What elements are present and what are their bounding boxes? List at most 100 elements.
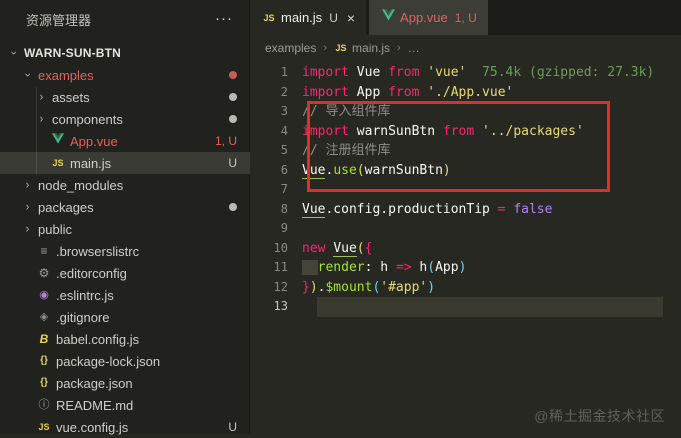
chevron-right-icon: › bbox=[323, 42, 328, 54]
git-status-badge: U bbox=[228, 420, 237, 434]
explorer-header: 资源管理器 ··· bbox=[0, 0, 249, 38]
tree-item-readme-md[interactable]: ›ⓘREADME.md bbox=[0, 394, 250, 416]
git-status-dot bbox=[229, 93, 237, 101]
more-actions-icon[interactable]: ··· bbox=[215, 11, 233, 26]
code-text: import warnSunBtn from '../packages' bbox=[302, 123, 584, 139]
code-line-5[interactable]: 5 // 注册组件库 bbox=[250, 141, 681, 161]
tab-label: main.js bbox=[281, 10, 323, 25]
tab-git-badge: U bbox=[329, 10, 338, 25]
chevron-down-icon: › bbox=[21, 73, 34, 77]
tree-item-app-vue[interactable]: ›App.vue1, U bbox=[0, 130, 250, 152]
line-number: 9 bbox=[280, 221, 288, 235]
tree-item-label: components bbox=[52, 111, 123, 127]
line-number: 1 bbox=[280, 65, 288, 79]
tree-item--eslintrc-js[interactable]: ›◉.eslintrc.js bbox=[0, 284, 250, 306]
js-icon: JS bbox=[52, 158, 64, 168]
code-text: // 注册组件库 bbox=[302, 143, 391, 158]
code-line-3[interactable]: 3 // 导入组件库 bbox=[250, 102, 681, 122]
gear-icon: ⚙ bbox=[38, 266, 50, 280]
babel-icon: B bbox=[39, 332, 49, 346]
chevron-right-icon: › bbox=[397, 42, 401, 54]
breadcrumb: examples › JS main.js › … bbox=[250, 35, 681, 61]
line-number: 3 bbox=[280, 104, 288, 118]
line-number: 13 bbox=[273, 299, 288, 313]
tab-main-js[interactable]: JS main.js U × bbox=[250, 0, 367, 35]
tree-item-components[interactable]: › components bbox=[0, 108, 250, 130]
tree-item-public[interactable]: › public bbox=[0, 218, 250, 240]
explorer-title: 资源管理器 bbox=[26, 12, 92, 28]
tree-indent-guide bbox=[36, 87, 37, 175]
tree-item-babel-config-js[interactable]: ›Bbabel.config.js bbox=[0, 328, 250, 350]
tree-item-label: public bbox=[38, 221, 72, 237]
tree-item-label: .gitignore bbox=[56, 309, 110, 325]
code-line-8[interactable]: 8 Vue.config.productionTip = false bbox=[250, 200, 681, 220]
code-text: Vue.use(warnSunBtn) bbox=[302, 162, 451, 179]
breadcrumb-symbol[interactable]: … bbox=[408, 41, 420, 55]
breadcrumb-file[interactable]: main.js bbox=[352, 41, 390, 55]
code-line-11[interactable]: 11 render: h => h(App) bbox=[250, 258, 681, 278]
tree-item-examples[interactable]: › examples bbox=[0, 64, 250, 86]
chevron-right-icon: › bbox=[25, 222, 30, 236]
tree-item-label: babel.config.js bbox=[56, 331, 140, 347]
file-tree: › WARN-SUN-BTN › examples › assets › components… bbox=[0, 42, 250, 438]
tree-item-packages[interactable]: › packages bbox=[0, 196, 250, 218]
tab-app-vue[interactable]: App.vue 1, U bbox=[369, 0, 488, 35]
tree-item-warn-sun-btn[interactable]: › WARN-SUN-BTN bbox=[0, 42, 250, 64]
git-status-dot bbox=[229, 115, 237, 123]
line-number: 7 bbox=[280, 182, 288, 196]
code-line-1[interactable]: 1 import Vue from 'vue' 75.4k (gzipped: 2… bbox=[250, 63, 681, 83]
editor-pane: JS main.js U × App.vue 1, U examples › J… bbox=[250, 0, 681, 434]
tree-item--browserslistrc[interactable]: ›≡.browserslistrc bbox=[0, 240, 250, 262]
diamond-icon: ◈ bbox=[39, 311, 49, 323]
vue-icon bbox=[380, 7, 396, 29]
braces-icon: {} bbox=[40, 377, 48, 388]
line-number: 12 bbox=[273, 279, 288, 294]
tree-item-label: examples bbox=[38, 67, 94, 83]
explorer-sidebar: 资源管理器 ··· › WARN-SUN-BTN › examples › assets ›… bbox=[0, 0, 250, 435]
code-text: Vue.config.productionTip = false bbox=[302, 201, 553, 218]
code-line-10[interactable]: 10 new Vue({ bbox=[250, 239, 681, 259]
code-line-2[interactable]: 2 import App from './App.vue' bbox=[250, 83, 681, 103]
tree-item-package-json[interactable]: ›{}package.json bbox=[0, 372, 250, 394]
line-number: 6 bbox=[280, 162, 288, 177]
line-number: 10 bbox=[273, 240, 288, 255]
line-number: 8 bbox=[280, 201, 288, 216]
js-icon: JS bbox=[335, 43, 347, 53]
info-icon: ⓘ bbox=[38, 399, 50, 411]
line-number: 11 bbox=[273, 260, 288, 274]
close-icon[interactable]: × bbox=[347, 11, 355, 25]
tree-item-label: vue.config.js bbox=[56, 419, 129, 435]
code-line-13[interactable]: 13 bbox=[250, 297, 681, 317]
tree-item-label: package-lock.json bbox=[56, 353, 161, 369]
code-text: new Vue({ bbox=[302, 240, 373, 257]
chevron-right-icon: › bbox=[25, 178, 30, 192]
code-line-12[interactable]: 12}).$mount('#app') bbox=[250, 278, 681, 298]
tree-item-label: .browserslistrc bbox=[56, 243, 140, 259]
tree-item-label: App.vue bbox=[70, 133, 118, 149]
tree-item-assets[interactable]: › assets bbox=[0, 86, 250, 108]
tree-item--editorconfig[interactable]: ›⚙.editorconfig bbox=[0, 262, 250, 284]
tree-item-label: main.js bbox=[70, 155, 112, 171]
tab-problem-badge: 1, U bbox=[454, 10, 477, 25]
tree-item--gitignore[interactable]: ›◈.gitignore bbox=[0, 306, 250, 328]
tree-item-main-js[interactable]: ›JSmain.jsU bbox=[0, 152, 250, 174]
tree-item-label: .editorconfig bbox=[56, 265, 127, 281]
code-area[interactable]: 1 import Vue from 'vue' 75.4k (gzipped: 2… bbox=[250, 63, 681, 317]
breadcrumb-folder[interactable]: examples bbox=[265, 41, 316, 55]
code-line-4[interactable]: 4 import warnSunBtn from '../packages' bbox=[250, 122, 681, 142]
git-status-dot bbox=[229, 203, 237, 211]
code-line-6[interactable]: 6 Vue.use(warnSunBtn) bbox=[250, 161, 681, 181]
list-icon: ≡ bbox=[40, 244, 48, 258]
tree-item-package-lock-json[interactable]: ›{}package-lock.json bbox=[0, 350, 250, 372]
tree-item-label: node_modules bbox=[38, 177, 124, 193]
code-text: import Vue from 'vue' 75.4k (gzipped: 27… bbox=[302, 65, 655, 80]
tree-item-label: assets bbox=[52, 89, 90, 105]
tree-item-node-modules[interactable]: › node_modules bbox=[0, 174, 250, 196]
watermark: @稀土掘金技术社区 bbox=[534, 408, 665, 424]
git-status-badge: 1, U bbox=[214, 134, 237, 148]
tree-item-label: README.md bbox=[56, 397, 134, 413]
code-line-9[interactable]: 9 bbox=[250, 219, 681, 239]
code-line-7[interactable]: 7 bbox=[250, 180, 681, 200]
line-number: 4 bbox=[280, 123, 288, 138]
tree-item-vue-config-js[interactable]: ›JSvue.config.jsU bbox=[0, 416, 250, 438]
